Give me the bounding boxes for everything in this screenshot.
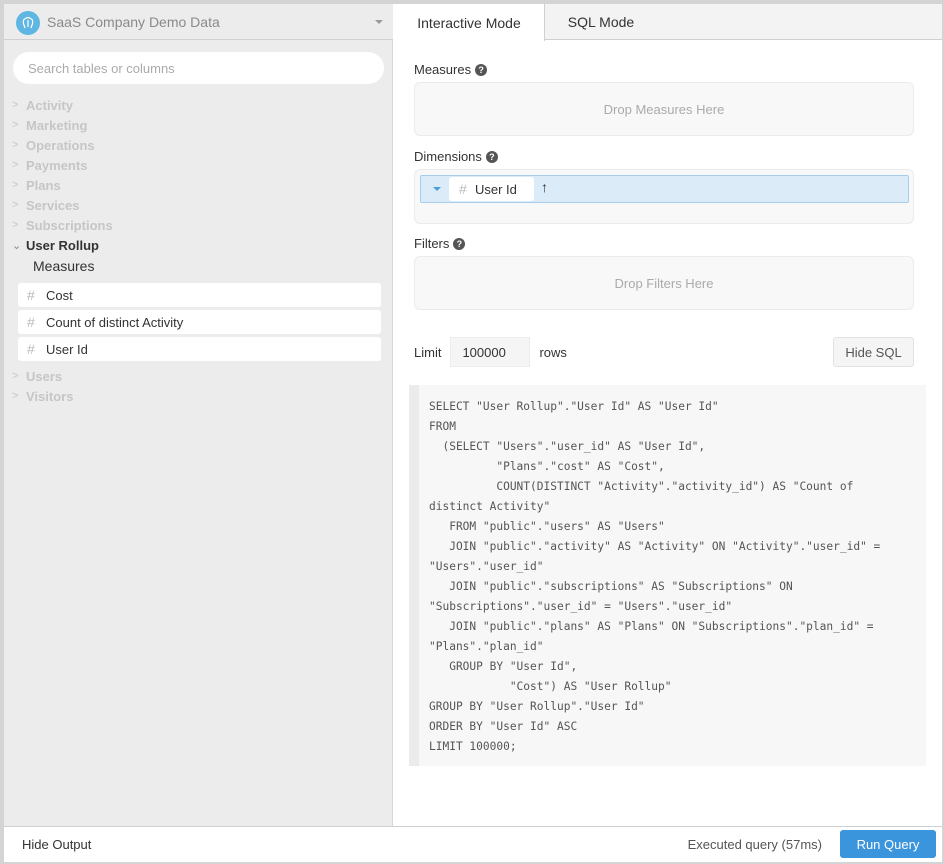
run-query-button[interactable]: Run Query [840,830,936,858]
search-input[interactable] [13,52,384,84]
dimension-chip[interactable]: # User Id [449,177,534,201]
measures-label: Measures? [414,62,488,77]
help-icon[interactable]: ? [453,237,466,250]
limit-label: Limit [414,344,442,360]
tree-item-visitors[interactable]: > Visitors [4,386,393,406]
tree-item-users[interactable]: > Users [4,366,393,386]
chevron-right-icon: > [12,219,19,231]
chevron-down-icon[interactable] [375,20,383,24]
tree-item-services[interactable]: > Services [4,195,393,215]
number-type-icon: # [27,287,35,303]
hide-sql-button[interactable]: Hide SQL [833,337,914,367]
tree-item-user-rollup[interactable]: ⌄ User Rollup [4,235,393,255]
chevron-right-icon: > [12,370,19,382]
tree-item-activity[interactable]: > Activity [4,95,393,115]
datasource-selector[interactable]: SaaS Company Demo Data [4,4,393,40]
field-count-distinct-activity[interactable]: # Count of distinct Activity [18,310,381,334]
chevron-down-icon: ⌄ [12,239,22,252]
tree-item-subscriptions[interactable]: > Subscriptions [4,215,393,235]
caret-down-icon[interactable] [433,187,441,191]
chevron-right-icon: > [12,99,19,111]
execution-status: Executed query (57ms) [687,837,822,852]
hide-output-button[interactable]: Hide Output [22,837,91,852]
chevron-right-icon: > [12,199,19,211]
chevron-right-icon: > [12,119,19,131]
help-icon[interactable]: ? [485,150,498,163]
field-user-id[interactable]: # User Id [18,337,381,361]
dimensions-dropzone[interactable]: # User Id ↑ [414,169,914,224]
chevron-right-icon: > [12,390,19,402]
tree-item-operations[interactable]: > Operations [4,135,393,155]
measures-section-label: Measures [33,258,95,274]
sort-ascending-icon[interactable]: ↑ [541,179,548,195]
sql-preview: SELECT "User Rollup"."User Id" AS "User … [409,385,926,766]
limit-suffix: rows [539,344,567,360]
chevron-right-icon: > [12,139,19,151]
number-type-icon: # [459,181,467,197]
postgres-elephant-icon [16,11,40,35]
dimension-pill[interactable]: # User Id ↑ [420,175,909,203]
limit-row: Limit rows Hide SQL [414,337,914,367]
table-tree: > Activity > Marketing > Operations > Paymen… [4,95,393,406]
sidebar: SaaS Company Demo Data >Activity >Market… [4,4,393,826]
query-builder-window: SaaS Company Demo Data >Activity >Market… [4,4,942,862]
filters-label: Filters? [414,236,466,251]
limit-input[interactable] [450,337,531,367]
tree-item-payments[interactable]: > Payments [4,155,393,175]
tree-item-marketing[interactable]: > Marketing [4,115,393,135]
measures-dropzone[interactable]: Drop Measures Here [414,82,914,136]
chevron-right-icon: > [12,159,19,171]
help-icon[interactable]: ? [475,63,488,76]
tree-item-plans[interactable]: > Plans [4,175,393,195]
main-panel: Interactive Mode SQL Mode Measures? Drop… [394,4,942,826]
filters-dropzone[interactable]: Drop Filters Here [414,256,914,310]
mode-tabs: Interactive Mode SQL Mode [394,4,942,41]
field-cost[interactable]: # Cost [18,283,381,307]
number-type-icon: # [27,341,35,357]
datasource-title: SaaS Company Demo Data [47,14,220,30]
number-type-icon: # [27,314,35,330]
dimensions-label: Dimensions? [414,149,498,164]
tab-interactive-mode[interactable]: Interactive Mode [394,4,545,41]
chevron-right-icon: > [12,179,19,191]
footer-bar: Hide Output Executed query (57ms) Run Qu… [4,826,942,862]
tab-sql-mode[interactable]: SQL Mode [546,4,656,40]
